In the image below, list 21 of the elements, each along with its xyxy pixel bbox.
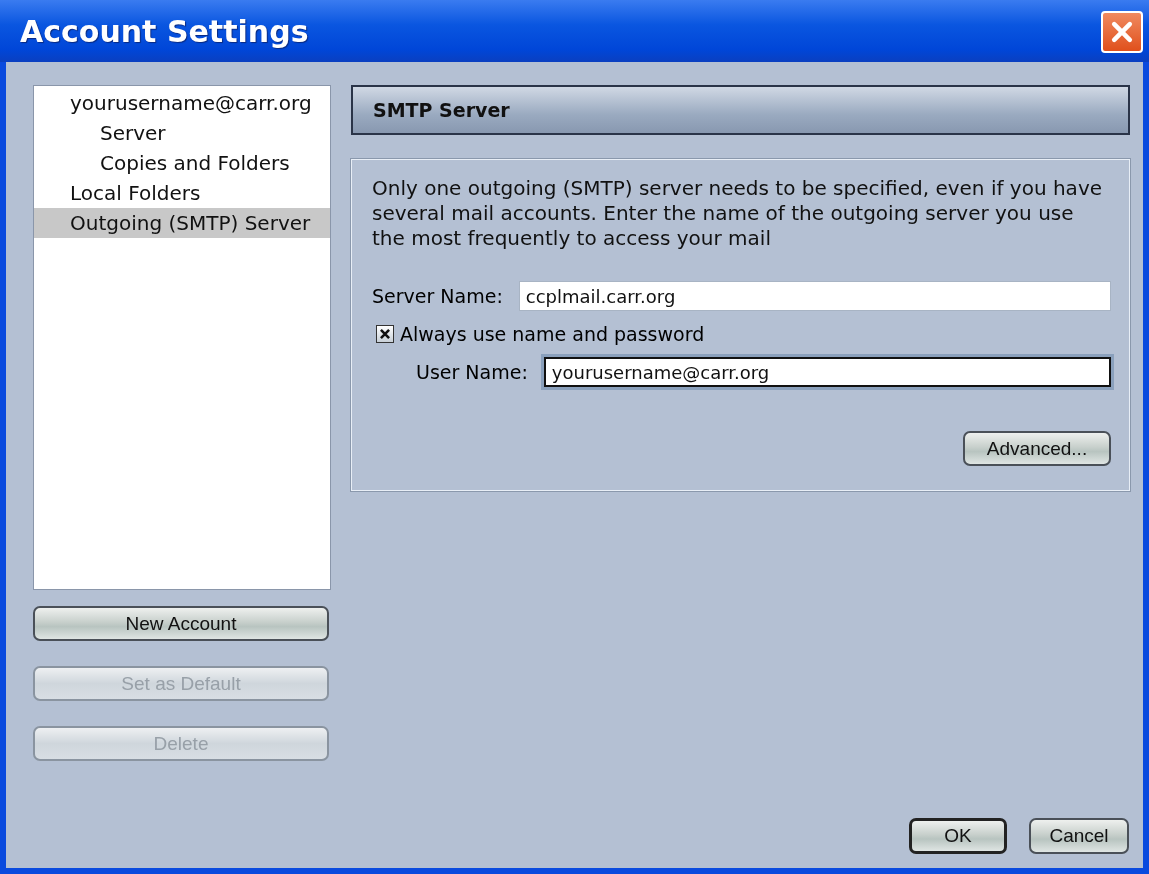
server-name-field[interactable]: ccplmail.carr.org (518, 281, 1111, 311)
close-button[interactable] (1101, 11, 1143, 53)
tree-item[interactable]: Local Folders (34, 178, 330, 208)
account-button[interactable]: New Account (33, 606, 329, 641)
checkbox-label: Always use name and password (400, 323, 705, 345)
user-name-field[interactable]: yourusername@carr.org (543, 357, 1111, 387)
dialog-button[interactable]: Cancel (1029, 818, 1129, 854)
tree-item[interactable]: yourusername@carr.org (34, 88, 330, 118)
window-title: Account Settings (20, 13, 309, 49)
dialog-button[interactable]: OK (909, 818, 1007, 854)
tree-item[interactable]: Outgoing (SMTP) Server (34, 208, 330, 238)
server-name-label: Server Name: (372, 285, 503, 307)
user-name-label: User Name: (416, 361, 528, 383)
x-mark-icon (378, 327, 392, 341)
tree-item[interactable]: Server (34, 118, 330, 148)
advanced-button[interactable]: Advanced... (963, 431, 1111, 466)
description-text: Only one outgoing (SMTP) server needs to be specified, even if you have several mail accounts. Enter the name of the outgoing server you use the most frequently to access your mail (372, 176, 1104, 251)
tree-item[interactable]: Copies and Folders (34, 148, 330, 178)
close-icon (1109, 19, 1135, 45)
panel-header: SMTP Server (351, 85, 1130, 135)
checkbox[interactable] (376, 325, 394, 343)
